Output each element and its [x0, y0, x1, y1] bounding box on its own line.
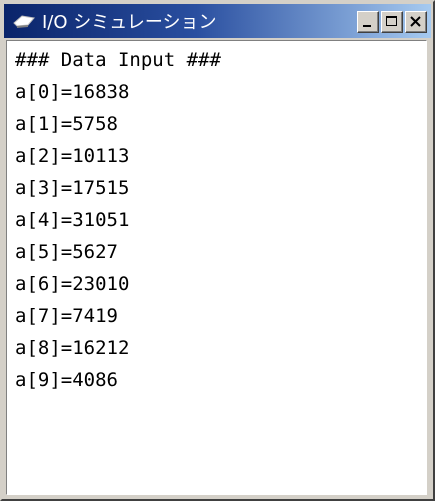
console-line: a[5]=5627: [15, 241, 118, 263]
console-line: a[7]=7419: [15, 305, 118, 327]
io-device-icon: [13, 15, 35, 28]
console-line: a[6]=23010: [15, 273, 130, 295]
window-title: I/O シミュレーション: [42, 12, 217, 33]
io-simulation-window: I/O シミュレーション ### Data Input ### a[0]=168…: [0, 0, 435, 501]
title-bar[interactable]: I/O シミュレーション: [4, 4, 431, 38]
maximize-button[interactable]: [381, 11, 403, 33]
console-line: a[9]=4086: [15, 369, 118, 391]
console-line: a[0]=16838: [15, 81, 130, 103]
close-button[interactable]: [405, 11, 427, 33]
close-icon: [410, 16, 421, 27]
console-header: ### Data Input ###: [15, 49, 221, 71]
console-output[interactable]: ### Data Input ### a[0]=16838 a[1]=5758 …: [6, 40, 427, 495]
window-controls: [357, 11, 427, 33]
console-line: a[8]=16212: [15, 337, 130, 359]
console-line: a[2]=10113: [15, 145, 130, 167]
minimize-button[interactable]: [357, 11, 379, 33]
minimize-icon: [363, 25, 371, 27]
console-line: a[1]=5758: [15, 113, 118, 135]
console-line: a[4]=31051: [15, 209, 130, 231]
console-line: a[3]=17515: [15, 177, 130, 199]
maximize-icon: [386, 16, 397, 26]
